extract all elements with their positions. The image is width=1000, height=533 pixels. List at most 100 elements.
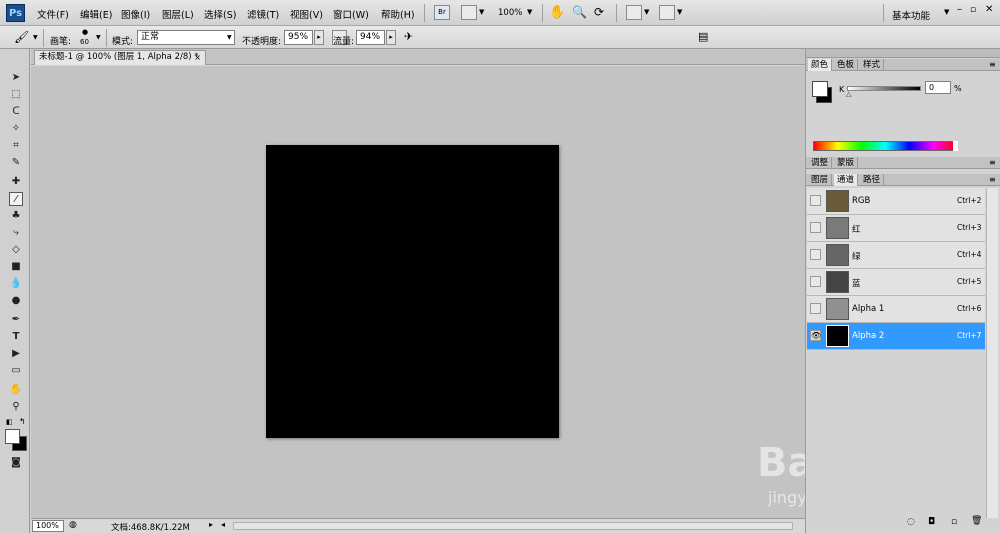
healing-brush-tool-icon[interactable]: ✚ — [9, 175, 23, 189]
channel-row-rgb[interactable]: RGB Ctrl+2 — [807, 188, 985, 215]
airbrush-icon[interactable]: ✈ — [404, 30, 413, 43]
visibility-toggle[interactable] — [810, 195, 821, 206]
tab-layers[interactable]: 图层 — [808, 174, 833, 186]
type-tool-icon[interactable]: T — [9, 330, 23, 344]
zoom-tool-icon[interactable]: 🔍 — [572, 5, 587, 19]
chevron-down-icon[interactable]: ▼ — [644, 8, 649, 16]
default-colors-icon[interactable]: ◧ — [6, 418, 13, 426]
dodge-tool-icon[interactable]: ● — [9, 294, 23, 308]
channel-row-blue[interactable]: 蓝 Ctrl+5 — [807, 269, 985, 296]
crop-tool-icon[interactable]: ⌗ — [9, 139, 23, 153]
k-slider[interactable] — [847, 86, 921, 91]
tab-swatches[interactable]: 色板 — [834, 59, 859, 71]
menu-view[interactable]: 视图(V) — [290, 7, 323, 21]
save-selection-as-channel-icon[interactable]: ◘ — [928, 517, 935, 527]
minimize-icon[interactable]: – — [957, 4, 962, 15]
bridge-icon[interactable]: Br — [434, 5, 450, 20]
view-extras-icon[interactable] — [461, 5, 477, 20]
path-selection-tool-icon[interactable]: ▶ — [9, 347, 23, 361]
visibility-toggle[interactable] — [810, 222, 821, 233]
panel-menu-icon[interactable]: ≡ — [989, 158, 996, 167]
hand-tool-icon[interactable]: ✋ — [9, 383, 23, 397]
blur-tool-icon[interactable]: 💧 — [9, 277, 23, 291]
opacity-field[interactable]: 95% — [284, 30, 313, 45]
scroll-left-icon[interactable]: ◂ — [221, 520, 225, 529]
document-canvas[interactable] — [266, 145, 559, 438]
status-menu-arrow-icon[interactable]: ▸ — [209, 520, 213, 529]
new-channel-icon[interactable]: ▫ — [951, 517, 957, 527]
foreground-color-swatch[interactable] — [5, 429, 20, 444]
chevron-down-icon[interactable]: ▼ — [96, 34, 101, 41]
lasso-tool-icon[interactable]: ᑕ — [9, 105, 23, 119]
menu-image[interactable]: 图像(I) — [121, 7, 150, 21]
zoom-level-menu[interactable]: 100% — [498, 8, 522, 18]
swap-colors-icon[interactable]: ↰ — [19, 417, 26, 426]
close-icon[interactable]: × — [194, 51, 201, 64]
flow-field[interactable]: 94% — [356, 30, 385, 45]
screen-mode-icon[interactable] — [659, 5, 675, 20]
hand-tool-icon[interactable]: ✋ — [549, 5, 565, 20]
flow-slider-button[interactable]: ▸ — [386, 30, 396, 45]
chevron-down-icon[interactable]: ▼ — [677, 8, 682, 16]
panel-dock-header[interactable] — [806, 49, 1000, 58]
zoom-tool-icon[interactable]: ⚲ — [9, 400, 23, 414]
spectrum-white[interactable] — [953, 141, 958, 151]
menu-help[interactable]: 帮助(H) — [381, 7, 415, 21]
menu-layer[interactable]: 图层(L) — [162, 7, 194, 21]
panel-menu-icon[interactable]: ≡ — [989, 175, 996, 184]
panel-fg-color[interactable] — [812, 81, 828, 97]
rotate-view-icon[interactable]: ⟳ — [594, 5, 604, 19]
menu-edit[interactable]: 编辑(E) — [80, 7, 112, 21]
visibility-toggle[interactable] — [810, 303, 821, 314]
brush-dot-icon[interactable]: ● — [82, 28, 88, 36]
opacity-slider-button[interactable]: ▸ — [314, 30, 324, 45]
shape-tool-icon[interactable]: ▭ — [9, 364, 23, 378]
channel-row-alpha-1[interactable]: Alpha 1 Ctrl+6 — [807, 296, 985, 323]
k-value-field[interactable]: 0 — [925, 81, 951, 94]
eraser-tool-icon[interactable]: ◇ — [9, 243, 23, 257]
channel-row-red[interactable]: 红 Ctrl+3 — [807, 215, 985, 242]
chevron-down-icon[interactable]: ▼ — [227, 34, 232, 41]
mode-select[interactable]: 正常 — [137, 30, 235, 45]
delete-channel-icon[interactable]: 🗑 — [971, 516, 982, 526]
panel-menu-icon[interactable]: ≡ — [989, 60, 996, 69]
zoom-field[interactable]: 100% — [32, 520, 64, 532]
eyedropper-tool-icon[interactable]: ✎ — [9, 156, 23, 170]
slider-handle-icon[interactable]: △ — [846, 90, 851, 98]
restore-icon[interactable]: ▫ — [970, 5, 976, 15]
chevron-down-icon[interactable]: ▼ — [33, 34, 38, 41]
arrange-documents-icon[interactable] — [626, 5, 642, 20]
status-info-icon[interactable]: ◍ — [69, 520, 77, 530]
document-tab[interactable]: 未标题-1 @ 100% (图层 1, Alpha 2/8) * × — [34, 50, 206, 65]
channel-row-green[interactable]: 绿 Ctrl+4 — [807, 242, 985, 269]
horizontal-scrollbar[interactable] — [233, 522, 793, 530]
pen-tool-icon[interactable]: ✒ — [9, 313, 23, 327]
move-tool-icon[interactable]: ➤ — [9, 71, 23, 85]
clone-stamp-tool-icon[interactable]: ♣ — [9, 209, 23, 223]
chevron-down-icon[interactable]: ▼ — [479, 8, 484, 16]
menu-select[interactable]: 选择(S) — [204, 7, 236, 21]
tab-adjustments[interactable]: 调整 — [808, 157, 833, 169]
history-brush-tool-icon[interactable]: ⤷ — [9, 226, 23, 240]
tab-channels[interactable]: 通道 — [834, 174, 859, 186]
brush-tool-icon[interactable]: ⁄ — [9, 192, 23, 206]
visibility-toggle[interactable] — [810, 249, 821, 260]
chevron-down-icon[interactable]: ▼ — [944, 8, 949, 16]
tab-masks[interactable]: 蒙版 — [834, 157, 859, 169]
brush-panel-toggle-icon[interactable]: ▤ — [698, 30, 708, 43]
eye-icon[interactable]: 👁 — [810, 330, 821, 341]
workspace-switcher[interactable]: 基本功能 — [892, 8, 930, 22]
menu-filter[interactable]: 滤镜(T) — [247, 7, 279, 21]
menu-file[interactable]: 文件(F) — [37, 7, 69, 21]
quick-mask-icon[interactable]: ◙ — [9, 456, 23, 470]
marquee-tool-icon[interactable]: ⬚ — [9, 88, 23, 102]
tab-styles[interactable]: 样式 — [860, 59, 885, 71]
menu-window[interactable]: 窗口(W) — [333, 7, 369, 21]
magic-wand-tool-icon[interactable]: ✧ — [9, 122, 23, 136]
brush-tool-preset-icon[interactable]: 🖌 — [14, 30, 29, 44]
close-icon[interactable]: ✕ — [985, 4, 993, 15]
tab-paths[interactable]: 路径 — [860, 174, 885, 186]
tab-color[interactable]: 颜色 — [808, 59, 833, 71]
visibility-toggle[interactable] — [810, 276, 821, 287]
channel-row-alpha-2[interactable]: 👁 Alpha 2 Ctrl+7 — [807, 323, 985, 350]
